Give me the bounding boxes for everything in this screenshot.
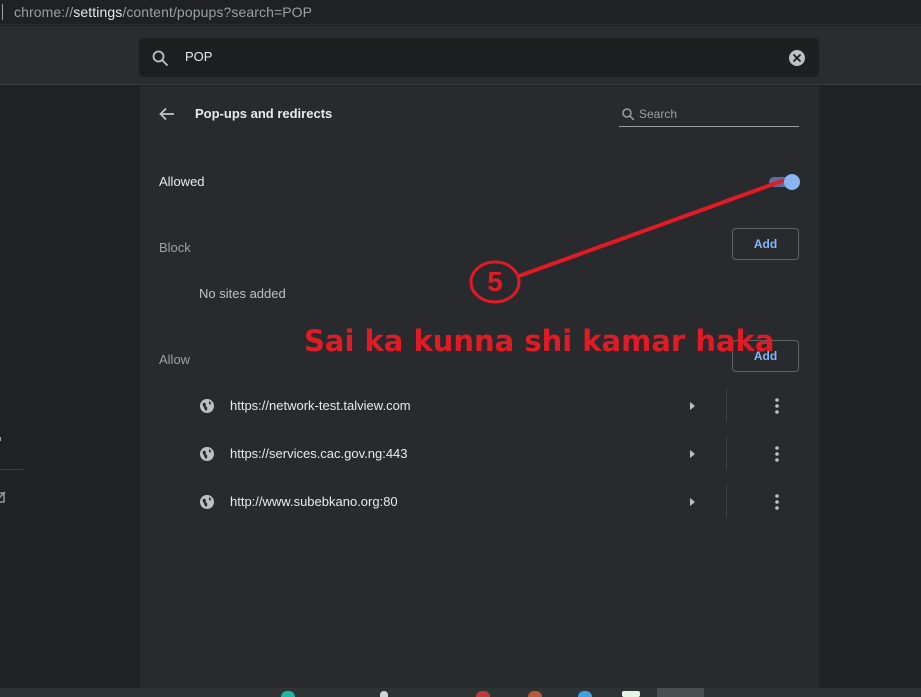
search-icon (152, 50, 168, 66)
site-row[interactable]: https://services.cac.gov.ng:443 (140, 430, 819, 478)
open-in-new-icon[interactable] (0, 490, 6, 504)
text-cursor (2, 4, 3, 20)
clear-search-icon[interactable] (788, 49, 806, 67)
more-actions-icon[interactable] (768, 396, 786, 416)
site-url: http://www.subebkano.org:80 (230, 494, 398, 509)
taskbar (0, 688, 921, 697)
block-add-button[interactable]: Add (732, 228, 799, 260)
page-title: Pop-ups and redirects (195, 106, 333, 121)
toggle-knob (784, 174, 800, 190)
site-row[interactable]: http://www.subebkano.org:80 (140, 478, 819, 526)
site-url: https://services.cac.gov.ng:443 (230, 446, 408, 461)
site-url: https://network-test.talview.com (230, 398, 411, 413)
sidebar-fragment (0, 437, 4, 441)
row-separator (726, 486, 727, 518)
more-actions-icon[interactable] (768, 492, 786, 512)
annotation-caption: Sai ka kunna shi kamar haka (304, 324, 775, 358)
site-row[interactable]: https://network-test.talview.com (140, 382, 819, 430)
back-arrow-icon[interactable] (158, 105, 176, 123)
url-path: /content/popups?search=POP (122, 4, 313, 20)
search-input[interactable]: POP (185, 49, 212, 64)
allow-section-title: Allow (159, 352, 191, 367)
more-actions-icon[interactable] (768, 444, 786, 464)
url-scheme: chrome:// (14, 4, 74, 20)
site-search-placeholder: Search (639, 107, 678, 121)
arrow-right-icon[interactable] (687, 401, 697, 411)
settings-card: Pop-ups and redirects Search Allowed Blo… (140, 86, 819, 688)
taskbar-app-icon[interactable] (528, 691, 542, 697)
arrow-right-icon[interactable] (687, 497, 697, 507)
sidebar-divider (0, 469, 23, 470)
address-url[interactable]: chrome://settings/content/popups?search=… (14, 4, 312, 20)
allowed-toggle[interactable] (767, 174, 800, 190)
taskbar-app-icon[interactable] (281, 691, 295, 697)
taskbar-app-icon[interactable] (622, 691, 640, 697)
arrow-right-icon[interactable] (687, 449, 697, 459)
address-bar[interactable]: chrome://settings/content/popups?search=… (0, 0, 921, 25)
taskbar-app-icon[interactable] (578, 691, 592, 697)
site-search-field[interactable]: Search (619, 105, 799, 127)
url-host: settings (73, 4, 123, 20)
globe-icon (200, 495, 214, 509)
annotation-step-number: 5 (487, 266, 503, 297)
block-section-title: Block (159, 240, 191, 255)
row-separator (726, 390, 727, 422)
settings-header: POP (0, 26, 921, 85)
row-separator (726, 438, 727, 470)
block-empty-text: No sites added (199, 286, 286, 301)
settings-search-box[interactable]: POP (139, 38, 819, 77)
browser-window: chrome://settings/content/popups?search=… (0, 0, 921, 697)
globe-icon (200, 399, 214, 413)
globe-icon (200, 447, 214, 461)
taskbar-app-icon[interactable] (380, 691, 388, 697)
taskbar-active-app[interactable] (657, 688, 704, 697)
allowed-label: Allowed (159, 174, 205, 189)
taskbar-app-icon[interactable] (476, 691, 490, 697)
search-icon (622, 108, 635, 121)
